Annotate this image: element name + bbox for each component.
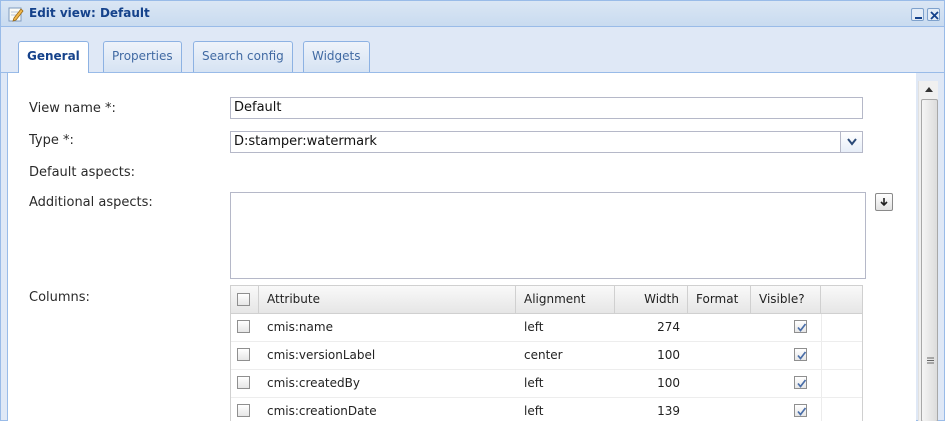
- close-icon[interactable]: [927, 8, 940, 21]
- cell-attribute: cmis:creationDate: [267, 404, 377, 418]
- visible-checkbox[interactable]: [794, 348, 807, 361]
- scrollbar-thumb[interactable]: [921, 99, 938, 421]
- additional-aspects-textarea[interactable]: [230, 192, 866, 279]
- cell-width: 100: [657, 348, 680, 362]
- cell-alignment: left: [524, 320, 544, 334]
- cell-attribute: cmis:createdBy: [267, 376, 360, 390]
- header-visible[interactable]: Visible?: [751, 286, 821, 313]
- vertical-scrollbar[interactable]: [918, 81, 938, 421]
- columns-label: Columns:: [29, 290, 90, 305]
- scroll-grip-icon: [927, 357, 934, 364]
- minimize-icon[interactable]: [911, 8, 924, 21]
- edit-pencil-icon: [8, 6, 24, 22]
- type-combobox-value: D:stamper:watermark: [234, 134, 377, 149]
- header-width[interactable]: Width: [615, 286, 688, 313]
- row-select-checkbox[interactable]: [237, 376, 250, 389]
- additional-aspects-label: Additional aspects:: [29, 195, 153, 210]
- table-row[interactable]: cmis:creationDate left 139: [231, 398, 862, 421]
- header-format[interactable]: Format: [688, 286, 751, 313]
- select-all-checkbox[interactable]: [237, 293, 250, 306]
- window-title: Edit view: Default: [29, 6, 150, 20]
- table-row[interactable]: cmis:name left 274: [231, 314, 862, 342]
- type-combobox[interactable]: D:stamper:watermark: [230, 131, 863, 153]
- add-aspect-icon[interactable]: [875, 193, 893, 211]
- tab-search-config[interactable]: Search config: [193, 41, 293, 72]
- visible-checkbox[interactable]: [794, 404, 807, 417]
- tab-properties[interactable]: Properties: [103, 41, 182, 72]
- header-spacer: [821, 286, 862, 313]
- tab-general[interactable]: General: [18, 41, 89, 73]
- cell-alignment: left: [524, 376, 544, 390]
- header-alignment[interactable]: Alignment: [516, 286, 615, 313]
- cell-alignment: left: [524, 404, 544, 418]
- cell-width: 274: [657, 320, 680, 334]
- columns-grid: Attribute Alignment Width Format Visible…: [230, 285, 863, 421]
- cell-width: 139: [657, 404, 680, 418]
- type-label: Type *:: [29, 133, 74, 148]
- cell-alignment: center: [524, 348, 563, 362]
- edit-view-window: Edit view: Default General Properties Se…: [0, 0, 945, 421]
- view-name-input[interactable]: Default: [230, 97, 863, 119]
- row-select-checkbox[interactable]: [237, 404, 250, 417]
- grid-header: Attribute Alignment Width Format Visible…: [231, 286, 862, 314]
- tab-widgets[interactable]: Widgets: [303, 41, 370, 72]
- chevron-down-icon[interactable]: [840, 132, 862, 152]
- table-row[interactable]: cmis:createdBy left 100: [231, 370, 862, 398]
- view-name-label: View name *:: [29, 101, 116, 116]
- select-all-cell: [231, 286, 259, 313]
- default-aspects-label: Default aspects:: [29, 165, 136, 180]
- row-select-checkbox[interactable]: [237, 320, 250, 333]
- tab-strip: General Properties Search config Widgets: [1, 28, 944, 73]
- cell-width: 100: [657, 376, 680, 390]
- visible-checkbox[interactable]: [794, 376, 807, 389]
- window-titlebar[interactable]: Edit view: Default: [1, 1, 944, 27]
- cell-attribute: cmis:name: [267, 320, 333, 334]
- visible-checkbox[interactable]: [794, 320, 807, 333]
- cell-attribute: cmis:versionLabel: [267, 348, 376, 362]
- scroll-up-arrow-icon[interactable]: [919, 81, 939, 98]
- header-attribute[interactable]: Attribute: [259, 286, 516, 313]
- row-select-checkbox[interactable]: [237, 348, 250, 361]
- table-row[interactable]: cmis:versionLabel center 100: [231, 342, 862, 370]
